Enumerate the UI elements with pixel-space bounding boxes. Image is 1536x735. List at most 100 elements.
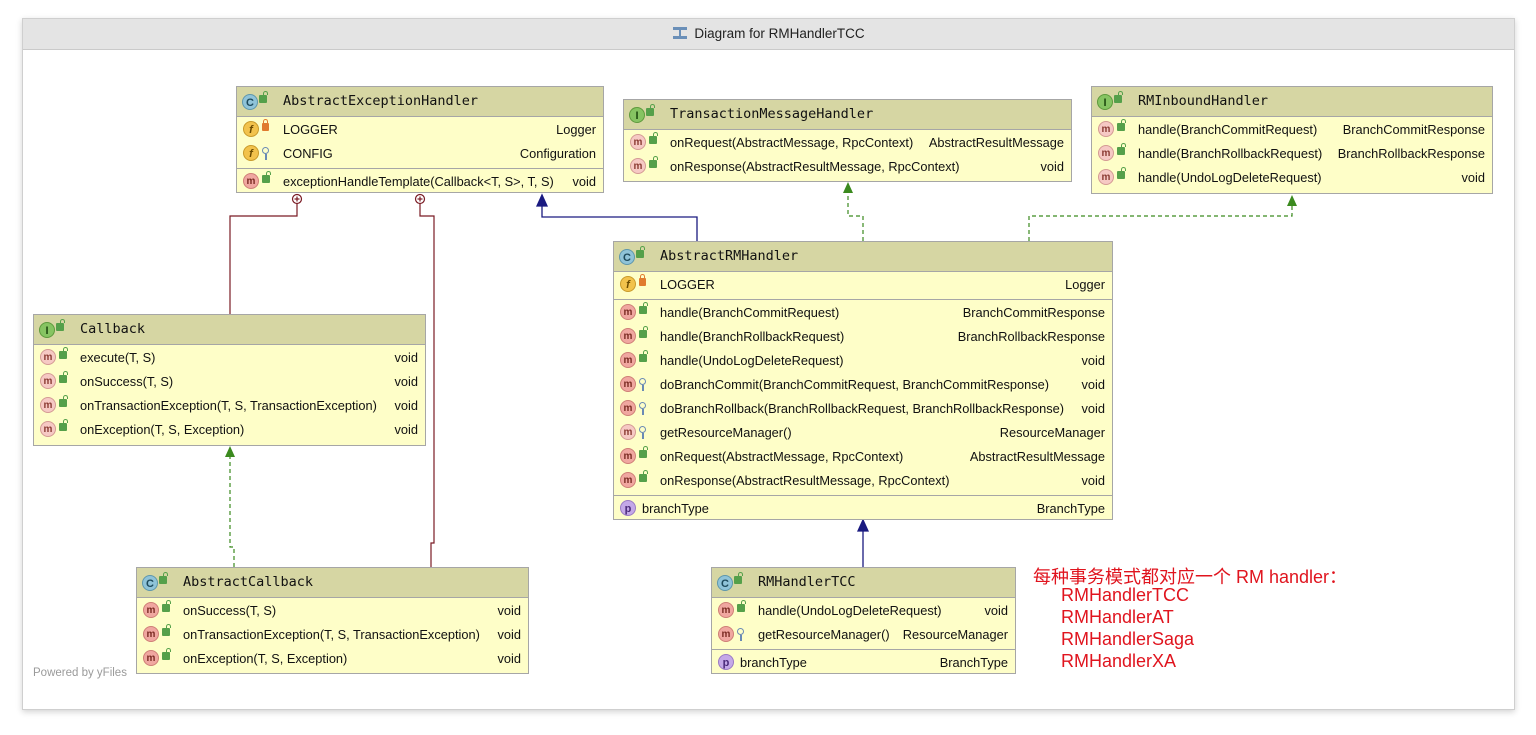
abstract-method-icon: m xyxy=(40,349,56,365)
powered-by-label: Powered by yFiles xyxy=(33,667,127,679)
method-row[interactable]: m handle(BranchCommitRequest) BranchComm… xyxy=(614,301,1112,325)
class-abstract-exception-handler[interactable]: C AbstractExceptionHandler f LOGGER Logg… xyxy=(236,86,604,193)
method-icon: m xyxy=(718,626,734,642)
property-row[interactable]: p branchType BranchType xyxy=(614,497,1112,521)
method-name: handle(BranchCommitRequest) xyxy=(1138,122,1318,137)
methods-section: m execute(T, S) void m onSuccess(T, S) v… xyxy=(34,345,425,444)
private-icon xyxy=(639,274,646,286)
public-icon xyxy=(59,347,68,359)
method-row[interactable]: m exceptionHandleTemplate(Callback<T, S>… xyxy=(237,170,603,194)
field-type: Logger xyxy=(1065,277,1105,292)
method-name: onRequest(AbstractMessage, RpcContext) xyxy=(670,135,914,150)
properties-section: p branchType BranchType xyxy=(712,650,1015,677)
class-name: Callback xyxy=(80,321,146,337)
public-icon xyxy=(1114,91,1123,103)
method-name: onSuccess(T, S) xyxy=(80,374,174,389)
method-icon: m xyxy=(620,472,636,488)
method-icon: m xyxy=(243,173,259,189)
method-name: onRequest(AbstractMessage, RpcContext) xyxy=(660,449,904,464)
public-icon xyxy=(646,104,655,116)
protected-icon xyxy=(262,147,269,160)
method-row[interactable]: m handle(BranchRollbackRequest) BranchRo… xyxy=(614,325,1112,349)
class-name: RMHandlerTCC xyxy=(758,574,856,590)
method-type: AbstractResultMessage xyxy=(928,135,1064,150)
implements-edge-callback xyxy=(225,446,235,567)
method-row[interactable]: m handle(UndoLogDeleteRequest) void xyxy=(1092,166,1492,190)
method-row[interactable]: m handle(BranchRollbackRequest) BranchRo… xyxy=(1092,142,1492,166)
method-name: onResponse(AbstractResultMessage, RpcCon… xyxy=(670,159,960,174)
method-row[interactable]: m handle(UndoLogDeleteRequest) void xyxy=(614,349,1112,373)
field-row[interactable]: f LOGGER Logger xyxy=(614,273,1112,297)
methods-section: m onRequest(AbstractMessage, RpcContext)… xyxy=(624,130,1071,181)
abstract-method-icon: m xyxy=(1098,145,1114,161)
public-icon xyxy=(59,419,68,431)
abstract-method-icon: m xyxy=(630,134,646,150)
class-name: AbstractCallback xyxy=(183,574,314,590)
method-icon: m xyxy=(620,328,636,344)
method-icon: m xyxy=(620,448,636,464)
field-row[interactable]: f LOGGER Logger xyxy=(237,118,603,142)
public-icon xyxy=(162,600,171,612)
method-icon: m xyxy=(620,400,636,416)
public-icon xyxy=(59,395,68,407)
annotation-item: RMHandlerAT xyxy=(1061,607,1174,627)
field-name: CONFIG xyxy=(283,146,333,161)
field-icon: f xyxy=(243,121,259,137)
method-type: void xyxy=(497,651,521,666)
method-row[interactable]: m onSuccess(T, S) void xyxy=(34,370,425,394)
method-type: BranchCommitResponse xyxy=(1342,122,1485,137)
class-transaction-message-handler[interactable]: I TransactionMessageHandler m onRequest(… xyxy=(623,99,1072,182)
method-row[interactable]: m onRequest(AbstractMessage, RpcContext)… xyxy=(614,445,1112,469)
method-row[interactable]: m handle(UndoLogDeleteRequest) void xyxy=(712,599,1015,623)
method-row[interactable]: m doBranchCommit(BranchCommitRequest, Br… xyxy=(614,373,1112,397)
abstract-method-icon: m xyxy=(620,424,636,440)
property-type: BranchType xyxy=(1036,501,1105,516)
public-icon xyxy=(259,91,268,103)
method-row[interactable]: m execute(T, S) void xyxy=(34,346,425,370)
method-icon: m xyxy=(620,376,636,392)
method-type: BranchRollbackResponse xyxy=(957,329,1105,344)
method-icon: m xyxy=(620,352,636,368)
method-row[interactable]: m onResponse(AbstractResultMessage, RpcC… xyxy=(614,469,1112,493)
diagram-window: Diagram for RMHandlerTCC C AbstractExcep… xyxy=(22,18,1515,710)
method-type: void xyxy=(1040,159,1064,174)
method-row[interactable]: m doBranchRollback(BranchRollbackRequest… xyxy=(614,397,1112,421)
class-abstract-rm-handler[interactable]: C AbstractRMHandler f LOGGER Logger m ha… xyxy=(613,241,1113,520)
class-rm-inbound-handler[interactable]: I RMInboundHandler m handle(BranchCommit… xyxy=(1091,86,1493,194)
method-row[interactable]: m onTransactionException(T, S, Transacti… xyxy=(137,623,528,647)
inner-class-edge-callback xyxy=(229,193,303,314)
public-icon xyxy=(639,350,648,362)
method-row[interactable]: m onSuccess(T, S) void xyxy=(137,599,528,623)
field-row[interactable]: f CONFIG Configuration xyxy=(237,142,603,166)
class-abstract-callback[interactable]: C AbstractCallback m onSuccess(T, S) voi… xyxy=(136,567,529,674)
implements-edge-transaction-message-handler xyxy=(843,182,864,241)
method-name: getResourceManager() xyxy=(758,627,890,642)
class-callback[interactable]: I Callback m execute(T, S) void m onSucc… xyxy=(33,314,426,446)
public-icon xyxy=(159,572,168,584)
class-rm-handler-tcc[interactable]: C RMHandlerTCC m handle(UndoLogDeleteReq… xyxy=(711,567,1016,674)
method-row[interactable]: m onRequest(AbstractMessage, RpcContext)… xyxy=(624,131,1071,155)
method-name: execute(T, S) xyxy=(80,350,156,365)
method-row[interactable]: m onTransactionException(T, S, Transacti… xyxy=(34,394,425,418)
method-type: void xyxy=(497,603,521,618)
class-header: C AbstractRMHandler xyxy=(614,242,1112,272)
method-row[interactable]: m getResourceManager() ResourceManager xyxy=(614,421,1112,445)
method-name: onResponse(AbstractResultMessage, RpcCon… xyxy=(660,473,950,488)
method-row[interactable]: m onException(T, S, Exception) void xyxy=(137,647,528,671)
private-icon xyxy=(262,119,269,131)
method-type: void xyxy=(394,422,418,437)
methods-section: m handle(BranchCommitRequest) BranchComm… xyxy=(1092,117,1492,192)
extends-edge-abstract-rm-handler xyxy=(535,193,698,241)
public-icon xyxy=(649,156,658,168)
property-name: branchType xyxy=(740,655,807,670)
class-name: RMInboundHandler xyxy=(1138,93,1269,109)
property-row[interactable]: p branchType BranchType xyxy=(712,651,1015,675)
method-row[interactable]: m onException(T, S, Exception) void xyxy=(34,418,425,442)
method-row[interactable]: m getResourceManager() ResourceManager xyxy=(712,623,1015,647)
method-row[interactable]: m onResponse(AbstractResultMessage, RpcC… xyxy=(624,155,1071,179)
class-icon: C xyxy=(242,94,258,110)
method-row[interactable]: m handle(BranchCommitRequest) BranchComm… xyxy=(1092,118,1492,142)
method-name: getResourceManager() xyxy=(660,425,792,440)
method-type: AbstractResultMessage xyxy=(969,449,1105,464)
method-type: void xyxy=(394,374,418,389)
